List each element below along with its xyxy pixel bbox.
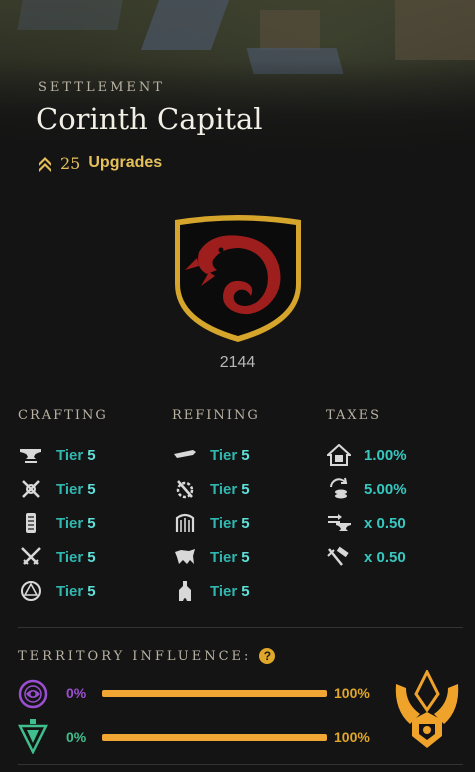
trading-tax-icon: [326, 477, 352, 501]
refining-row[interactable]: Tier 5: [172, 443, 250, 467]
upgrades-label: Upgrades: [88, 154, 163, 171]
crossed-tools-icon: [18, 477, 44, 501]
tannery-icon: [172, 545, 198, 569]
faction-influence-row: 0% 100%: [18, 719, 388, 754]
faction-influence-row: 0% 100%: [18, 678, 388, 710]
crafting-tier-label: Tier: [56, 480, 84, 498]
influence-bar: [102, 734, 327, 741]
property-tax-icon: [326, 443, 352, 467]
crest-id: 2144: [219, 354, 256, 371]
crafting-row[interactable]: Tier 5: [18, 443, 96, 467]
upgrade-chevrons-icon: [39, 157, 51, 172]
trading-tax-value: 5.00%: [364, 480, 407, 498]
crafting-row[interactable]: Tier 5: [18, 545, 96, 569]
tax-row[interactable]: 5.00%: [326, 477, 407, 501]
crafting-tier-label: Tier: [56, 446, 84, 464]
scroll-icon: [18, 511, 44, 535]
syndicate-faction-icon: [18, 679, 48, 709]
crafting-tier-level: 5: [87, 582, 96, 600]
loom-icon: [172, 511, 198, 535]
refining-tier-label: Tier: [210, 582, 238, 600]
covenant-faction-icon: [18, 719, 48, 754]
refining-row[interactable]: Tier 5: [172, 511, 250, 535]
refining-fee-value: x 0.50: [364, 548, 406, 566]
refining-tier-label: Tier: [210, 548, 238, 566]
refining-tier-level: 5: [241, 446, 250, 464]
settlement-eyebrow: SETTLEMENT: [38, 80, 165, 95]
refining-tier-level: 5: [241, 582, 250, 600]
settlement-name: Corinth Capital: [36, 102, 263, 136]
crafting-tier-label: Tier: [56, 582, 84, 600]
refining-row[interactable]: Tier 5: [172, 579, 250, 603]
faction-left-percent: 0%: [66, 685, 87, 701]
refining-row[interactable]: Tier 5: [172, 545, 250, 569]
saw-icon: [172, 443, 198, 467]
taxes-section: TAXES: [326, 408, 381, 428]
help-icon[interactable]: ?: [259, 648, 276, 664]
refining-fee-icon: [326, 545, 352, 569]
crafting-tier-level: 5: [87, 446, 96, 464]
taxes-heading: TAXES: [326, 408, 381, 423]
crossed-swords-icon: [18, 545, 44, 569]
crafting-section: CRAFTING: [18, 408, 108, 428]
company-crest[interactable]: [171, 214, 305, 346]
anvil-icon: [18, 443, 44, 467]
section-divider: [18, 627, 463, 628]
crafting-fee-value: x 0.50: [364, 514, 406, 532]
faction-right-percent: 100%: [334, 685, 370, 701]
refining-heading: REFINING: [172, 408, 260, 423]
influence-bar: [102, 690, 327, 697]
property-tax-value: 1.00%: [364, 446, 407, 464]
crafting-row[interactable]: Tier 5: [18, 511, 96, 535]
refining-tier-level: 5: [241, 548, 250, 566]
upgrades-count: 25 Upgrades: [38, 152, 162, 174]
territory-influence-label: TERRITORY INFLUENCE:: [18, 648, 252, 664]
crafting-fee-icon: [326, 511, 352, 535]
faction-right-percent: 100%: [334, 729, 370, 745]
crafting-tier-level: 5: [87, 514, 96, 532]
crafting-tier-level: 5: [87, 548, 96, 566]
crafting-row[interactable]: Tier 5: [18, 579, 96, 603]
refining-tier-label: Tier: [210, 446, 238, 464]
crafting-tier-label: Tier: [56, 514, 84, 532]
refining-tier-label: Tier: [210, 480, 238, 498]
tax-row[interactable]: 1.00%: [326, 443, 407, 467]
crafting-tier-label: Tier: [56, 548, 84, 566]
bottom-divider: [18, 764, 463, 765]
marauders-faction-emblem: [395, 670, 459, 748]
refining-section: REFINING: [172, 408, 260, 428]
settlement-panel: SETTLEMENT Corinth Capital 25 Upgrades 2…: [0, 0, 475, 772]
crafting-row[interactable]: Tier 5: [18, 477, 96, 501]
hammer-gear-icon: [172, 477, 198, 501]
refining-tier-label: Tier: [210, 514, 238, 532]
smelter-icon: [172, 579, 198, 603]
tax-row[interactable]: x 0.50: [326, 545, 406, 569]
territory-influence-heading: TERRITORY INFLUENCE: ?: [18, 648, 276, 664]
crafting-heading: CRAFTING: [18, 408, 108, 423]
tax-row[interactable]: x 0.50: [326, 511, 406, 535]
refining-tier-level: 5: [241, 480, 250, 498]
upgrades-number: 25: [60, 153, 81, 173]
refining-row[interactable]: Tier 5: [172, 477, 250, 501]
refining-tier-level: 5: [241, 514, 250, 532]
faction-left-percent: 0%: [66, 729, 87, 745]
arcane-circle-icon: [18, 579, 44, 603]
crafting-tier-level: 5: [87, 480, 96, 498]
